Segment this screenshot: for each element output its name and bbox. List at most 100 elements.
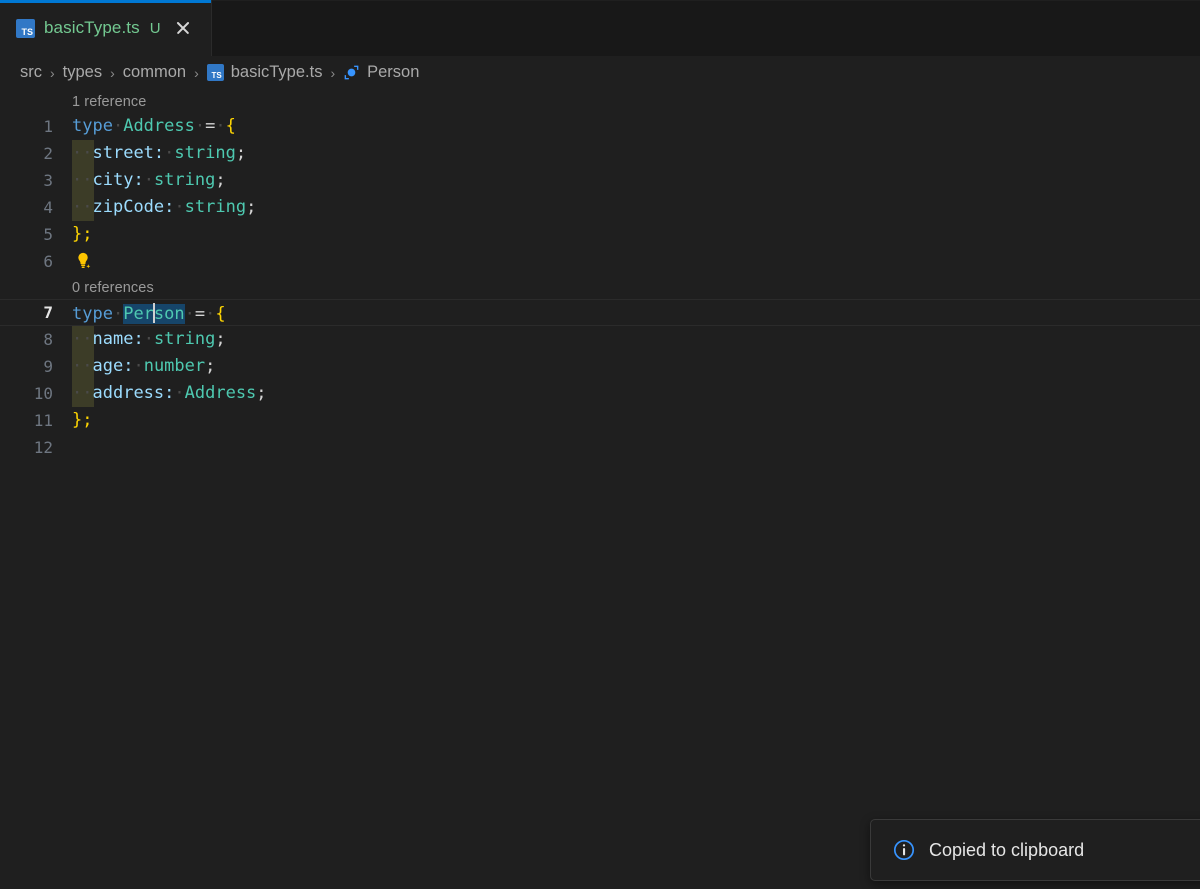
breadcrumb-separator: ›: [194, 64, 199, 81]
code-line-6[interactable]: 6: [0, 248, 1200, 275]
whitespace-dot: ·: [82, 143, 93, 163]
whitespace-dot: ·: [143, 329, 154, 349]
tab-label: basicType.ts: [44, 18, 140, 37]
token-keyword-type: type: [72, 116, 113, 136]
code-line-1-text[interactable]: type·Address·=·{: [72, 118, 1200, 135]
code-line-6-text[interactable]: [72, 251, 1200, 273]
code-line-12[interactable]: 12: [0, 434, 1200, 461]
code-line-7[interactable]: 7 type·Person·=·{: [0, 299, 1200, 326]
git-status-badge: U: [149, 19, 161, 37]
breadcrumb-label: types: [62, 63, 103, 81]
token-semicolon: ;: [235, 143, 247, 163]
code-line-3-text[interactable]: ··city:·string;: [72, 172, 1200, 189]
code-line-5-text[interactable]: };: [72, 226, 1200, 243]
line-number-7[interactable]: 7: [0, 304, 72, 321]
line-number-3[interactable]: 3: [0, 172, 72, 189]
code-line-1[interactable]: 1 type·Address·=·{: [0, 113, 1200, 140]
code-line-10[interactable]: 10 ··address:·Address;: [0, 380, 1200, 407]
token-open-brace: {: [225, 116, 236, 136]
code-line-10-text[interactable]: ··address:·Address;: [72, 385, 1200, 402]
breadcrumb-item-types[interactable]: types: [63, 63, 102, 82]
code-line-8[interactable]: 8 ··name:·string;: [0, 326, 1200, 353]
notification-message: Copied to clipboard: [929, 839, 1085, 860]
breadcrumb-separator: ›: [110, 64, 115, 81]
whitespace-dot: ·: [215, 116, 226, 136]
editor-tab-basicType[interactable]: TS basicType.ts U: [0, 0, 212, 56]
token-equals: =: [205, 116, 216, 136]
token-prop-age: age:: [92, 356, 134, 376]
code-editor[interactable]: 1 reference 1 type·Address·=·{ 2 ··stree…: [0, 89, 1200, 889]
code-line-5[interactable]: 5 };: [0, 221, 1200, 248]
code-line-4[interactable]: 4 ··zipCode:·string;: [0, 194, 1200, 221]
editor-tab-bar: TS basicType.ts U: [0, 0, 1200, 56]
token-semicolon: ;: [246, 197, 257, 217]
breadcrumb-item-src[interactable]: src: [20, 63, 42, 82]
whitespace-dot: ·: [205, 303, 216, 324]
line-number-11[interactable]: 11: [0, 412, 72, 429]
whitespace-dot: ·: [112, 116, 124, 136]
whitespace-dot: ·: [82, 197, 93, 217]
tab-bar-empty-area: [212, 0, 1200, 56]
line-number-9[interactable]: 9: [0, 358, 72, 375]
code-line-2[interactable]: 2 ··street:·string;: [0, 140, 1200, 167]
line-number-10[interactable]: 10: [0, 385, 72, 402]
code-line-8-text[interactable]: ··name:·string;: [72, 331, 1200, 348]
whitespace-dot: ·: [72, 170, 83, 190]
token-type-person-a: Per: [123, 303, 154, 324]
typescript-file-icon: TS: [16, 18, 35, 38]
token-keyword-type: type: [72, 303, 113, 324]
vscode-window: TS basicType.ts U src › types › common ›…: [0, 0, 1200, 889]
code-line-9-text[interactable]: ··age:·number;: [72, 358, 1200, 375]
line-number-6[interactable]: 6: [0, 253, 72, 270]
line-number-12[interactable]: 12: [0, 439, 72, 456]
codelens-address-references[interactable]: 1 reference: [72, 94, 146, 110]
code-line-3[interactable]: 3 ··city:·string;: [0, 167, 1200, 194]
whitespace-dot: ·: [72, 143, 83, 163]
token-type-string: string: [174, 143, 236, 163]
breadcrumb-separator: ›: [330, 64, 336, 81]
token-type-string: string: [153, 329, 216, 349]
code-line-11-text[interactable]: };: [72, 412, 1200, 429]
whitespace-dot: ·: [72, 197, 83, 217]
code-line-2-text[interactable]: ··street:·string;: [72, 145, 1200, 162]
breadcrumb-separator: ›: [50, 64, 55, 81]
token-type-person-b: son: [153, 303, 185, 324]
token-type-address: Address: [123, 116, 195, 136]
token-close-brace: };: [72, 224, 93, 244]
token-equals: =: [194, 303, 206, 324]
code-line-9[interactable]: 9 ··age:·number;: [0, 353, 1200, 380]
line-number-5[interactable]: 5: [0, 226, 72, 243]
code-line-11[interactable]: 11 };: [0, 407, 1200, 434]
codelens-row-person: 0 references: [0, 275, 1200, 299]
typescript-file-icon: TS: [206, 64, 224, 81]
line-number-2[interactable]: 2: [0, 145, 72, 162]
token-semicolon: ;: [256, 383, 267, 403]
line-number-1[interactable]: 1: [0, 118, 72, 135]
line-number-4[interactable]: 4: [0, 199, 72, 216]
code-line-7-text[interactable]: type·Person·=·{: [72, 302, 1200, 324]
whitespace-dot: ·: [72, 383, 83, 403]
notification-toast[interactable]: Copied to clipboard: [870, 819, 1200, 881]
whitespace-dot: ·: [184, 303, 195, 324]
token-semicolon: ;: [215, 329, 226, 349]
codelens-person-references[interactable]: 0 references: [72, 280, 154, 296]
code-line-4-text[interactable]: ··zipCode:·string;: [72, 199, 1200, 216]
code-content[interactable]: 1 reference 1 type·Address·=·{ 2 ··stree…: [0, 89, 1200, 461]
close-icon[interactable]: [172, 17, 194, 39]
breadcrumb-label: common: [122, 63, 187, 81]
breadcrumb-label: src: [20, 63, 42, 81]
token-type-address: Address: [184, 383, 257, 403]
token-semicolon: ;: [205, 356, 216, 376]
lightbulb-sparkle-icon[interactable]: [72, 251, 94, 273]
whitespace-dot: ·: [112, 303, 124, 324]
token-semicolon: ;: [215, 170, 226, 190]
breadcrumb-item-symbol-person[interactable]: Person: [343, 63, 419, 82]
token-prop-street: street:: [92, 143, 165, 163]
token-prop-name: name:: [92, 329, 144, 349]
breadcrumb-item-file[interactable]: TS basicType.ts: [206, 63, 322, 82]
codelens-row-address: 1 reference: [0, 89, 1200, 113]
breadcrumb-item-common[interactable]: common: [123, 63, 186, 82]
line-number-8[interactable]: 8: [0, 331, 72, 348]
breadcrumb: src › types › common › TS basicType.ts ›…: [0, 56, 1200, 89]
token-close-brace: };: [72, 410, 93, 430]
